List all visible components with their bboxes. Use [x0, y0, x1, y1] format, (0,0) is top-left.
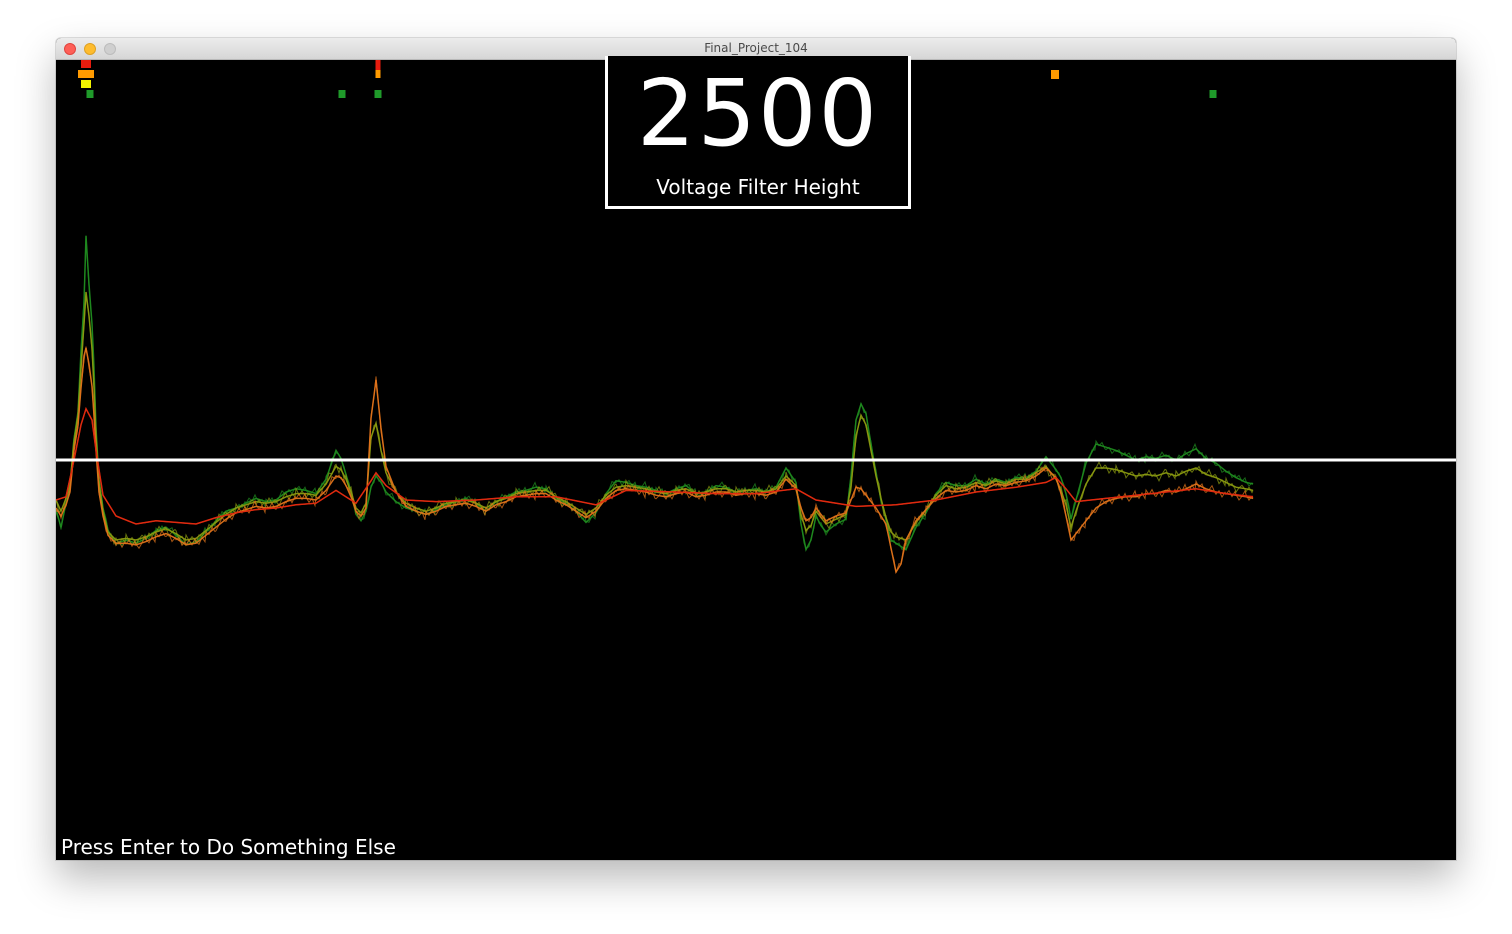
event-marker-1 — [78, 70, 94, 78]
filter-value-panel: 2500 Voltage Filter Height — [605, 56, 911, 209]
key-hint: Press Enter to Do Something Else — [61, 835, 396, 859]
filter-value: 2500 — [636, 60, 880, 167]
event-marker-6 — [375, 70, 381, 78]
filter-label: Voltage Filter Height — [656, 175, 860, 199]
event-marker-3 — [86, 90, 94, 98]
signal-canvas[interactable]: 2500 Voltage Filter Height Press Enter t… — [56, 56, 1456, 860]
app-window: Final_Project_104 2500 Voltage Filter He… — [56, 38, 1456, 860]
event-marker-4 — [338, 90, 346, 98]
event-marker-2 — [81, 80, 91, 88]
window-title: Final_Project_104 — [704, 41, 808, 55]
event-marker-7 — [374, 90, 382, 98]
event-marker-0 — [81, 60, 91, 68]
event-marker-9 — [1209, 90, 1217, 98]
event-marker-8 — [1051, 70, 1059, 79]
